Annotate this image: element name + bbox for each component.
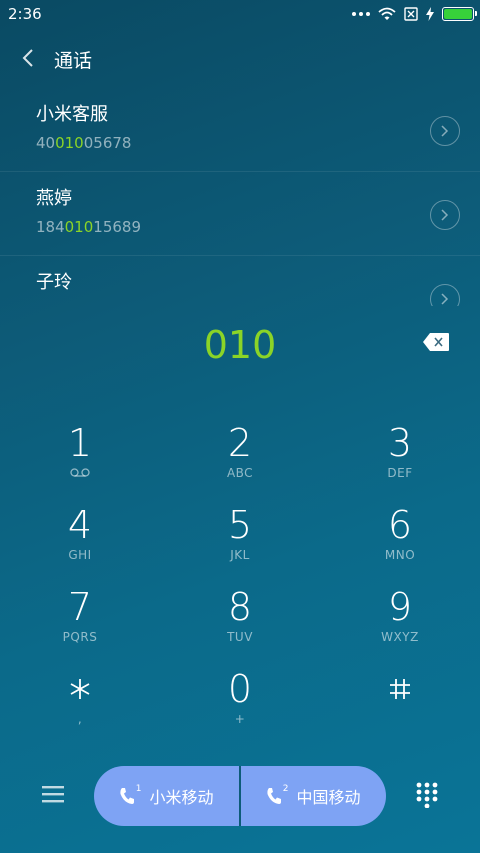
backspace-icon: [423, 333, 449, 351]
key-6[interactable]: 6 MNO: [330, 504, 470, 582]
chevron-left-icon: [22, 49, 33, 67]
contact-name: 子玲: [36, 272, 72, 293]
call-sim1-label: 小米移动: [149, 788, 214, 807]
menu-button[interactable]: [40, 783, 66, 805]
chevron-right-icon: [441, 209, 449, 221]
hamburger-menu-icon: [42, 786, 64, 803]
keypad-toggle-button[interactable]: [416, 782, 438, 809]
contact-detail-button[interactable]: [430, 200, 460, 230]
backspace-button[interactable]: [422, 332, 450, 352]
page-title: 通话: [54, 50, 93, 72]
phone-sim1-icon: 1: [119, 784, 141, 805]
number-match: 010: [55, 134, 84, 152]
key-1[interactable]: 1: [10, 422, 150, 500]
key-9[interactable]: 9 WXYZ: [330, 586, 470, 664]
contact-name: 小米客服: [36, 104, 108, 125]
asterisk-icon: [70, 679, 90, 699]
contact-number: 18401015689: [36, 218, 141, 236]
dialpad-icon: [416, 782, 438, 809]
wifi-icon: [378, 7, 396, 20]
battery-icon: [442, 7, 477, 21]
contact-suggestion[interactable]: 小米客服 4001005678: [0, 88, 480, 172]
call-sim1-button[interactable]: 1 小米移动: [94, 766, 239, 826]
charging-icon: [426, 7, 434, 21]
contact-name: 燕婷: [36, 188, 72, 209]
key-3[interactable]: 3 DEF: [330, 422, 470, 500]
number-match: 010: [64, 218, 94, 236]
key-7[interactable]: 7 PQRS: [10, 586, 150, 664]
contact-suggestion[interactable]: 燕婷 18401015689: [0, 172, 480, 256]
key-star[interactable]: ,: [10, 668, 150, 746]
key-4[interactable]: 4 GHI: [10, 504, 150, 582]
hash-icon: [390, 679, 410, 699]
header: 通话: [0, 38, 480, 78]
dial-input-display: 010: [203, 323, 277, 367]
back-button[interactable]: [16, 44, 40, 72]
contact-detail-button[interactable]: [430, 116, 460, 146]
voicemail-icon: [70, 468, 90, 477]
contact-suggestion[interactable]: 子玲: [0, 256, 480, 306]
chevron-right-icon: [441, 125, 449, 137]
key-2[interactable]: 2 ABC: [170, 422, 310, 500]
call-sim2-label: 中国移动: [296, 788, 361, 807]
key-hash[interactable]: [330, 668, 470, 746]
contact-detail-button[interactable]: [430, 284, 460, 306]
call-button-group: 1 小米移动 2 中国移动: [94, 766, 386, 826]
key-0[interactable]: 0 +: [170, 668, 310, 746]
phone-sim2-icon: 2: [266, 784, 288, 805]
status-time: 2:36: [8, 5, 42, 23]
key-5[interactable]: 5 JKL: [170, 504, 310, 582]
call-sim2-button[interactable]: 2 中国移动: [241, 766, 386, 826]
contact-number: 4001005678: [36, 134, 132, 152]
status-icons: [352, 6, 477, 22]
key-8[interactable]: 8 TUV: [170, 586, 310, 664]
battery-level: [444, 9, 472, 19]
chevron-right-icon: [441, 293, 449, 305]
more-dots-icon: [352, 12, 370, 16]
status-bar: 2:36: [0, 0, 480, 28]
no-sim-icon: [404, 7, 418, 21]
